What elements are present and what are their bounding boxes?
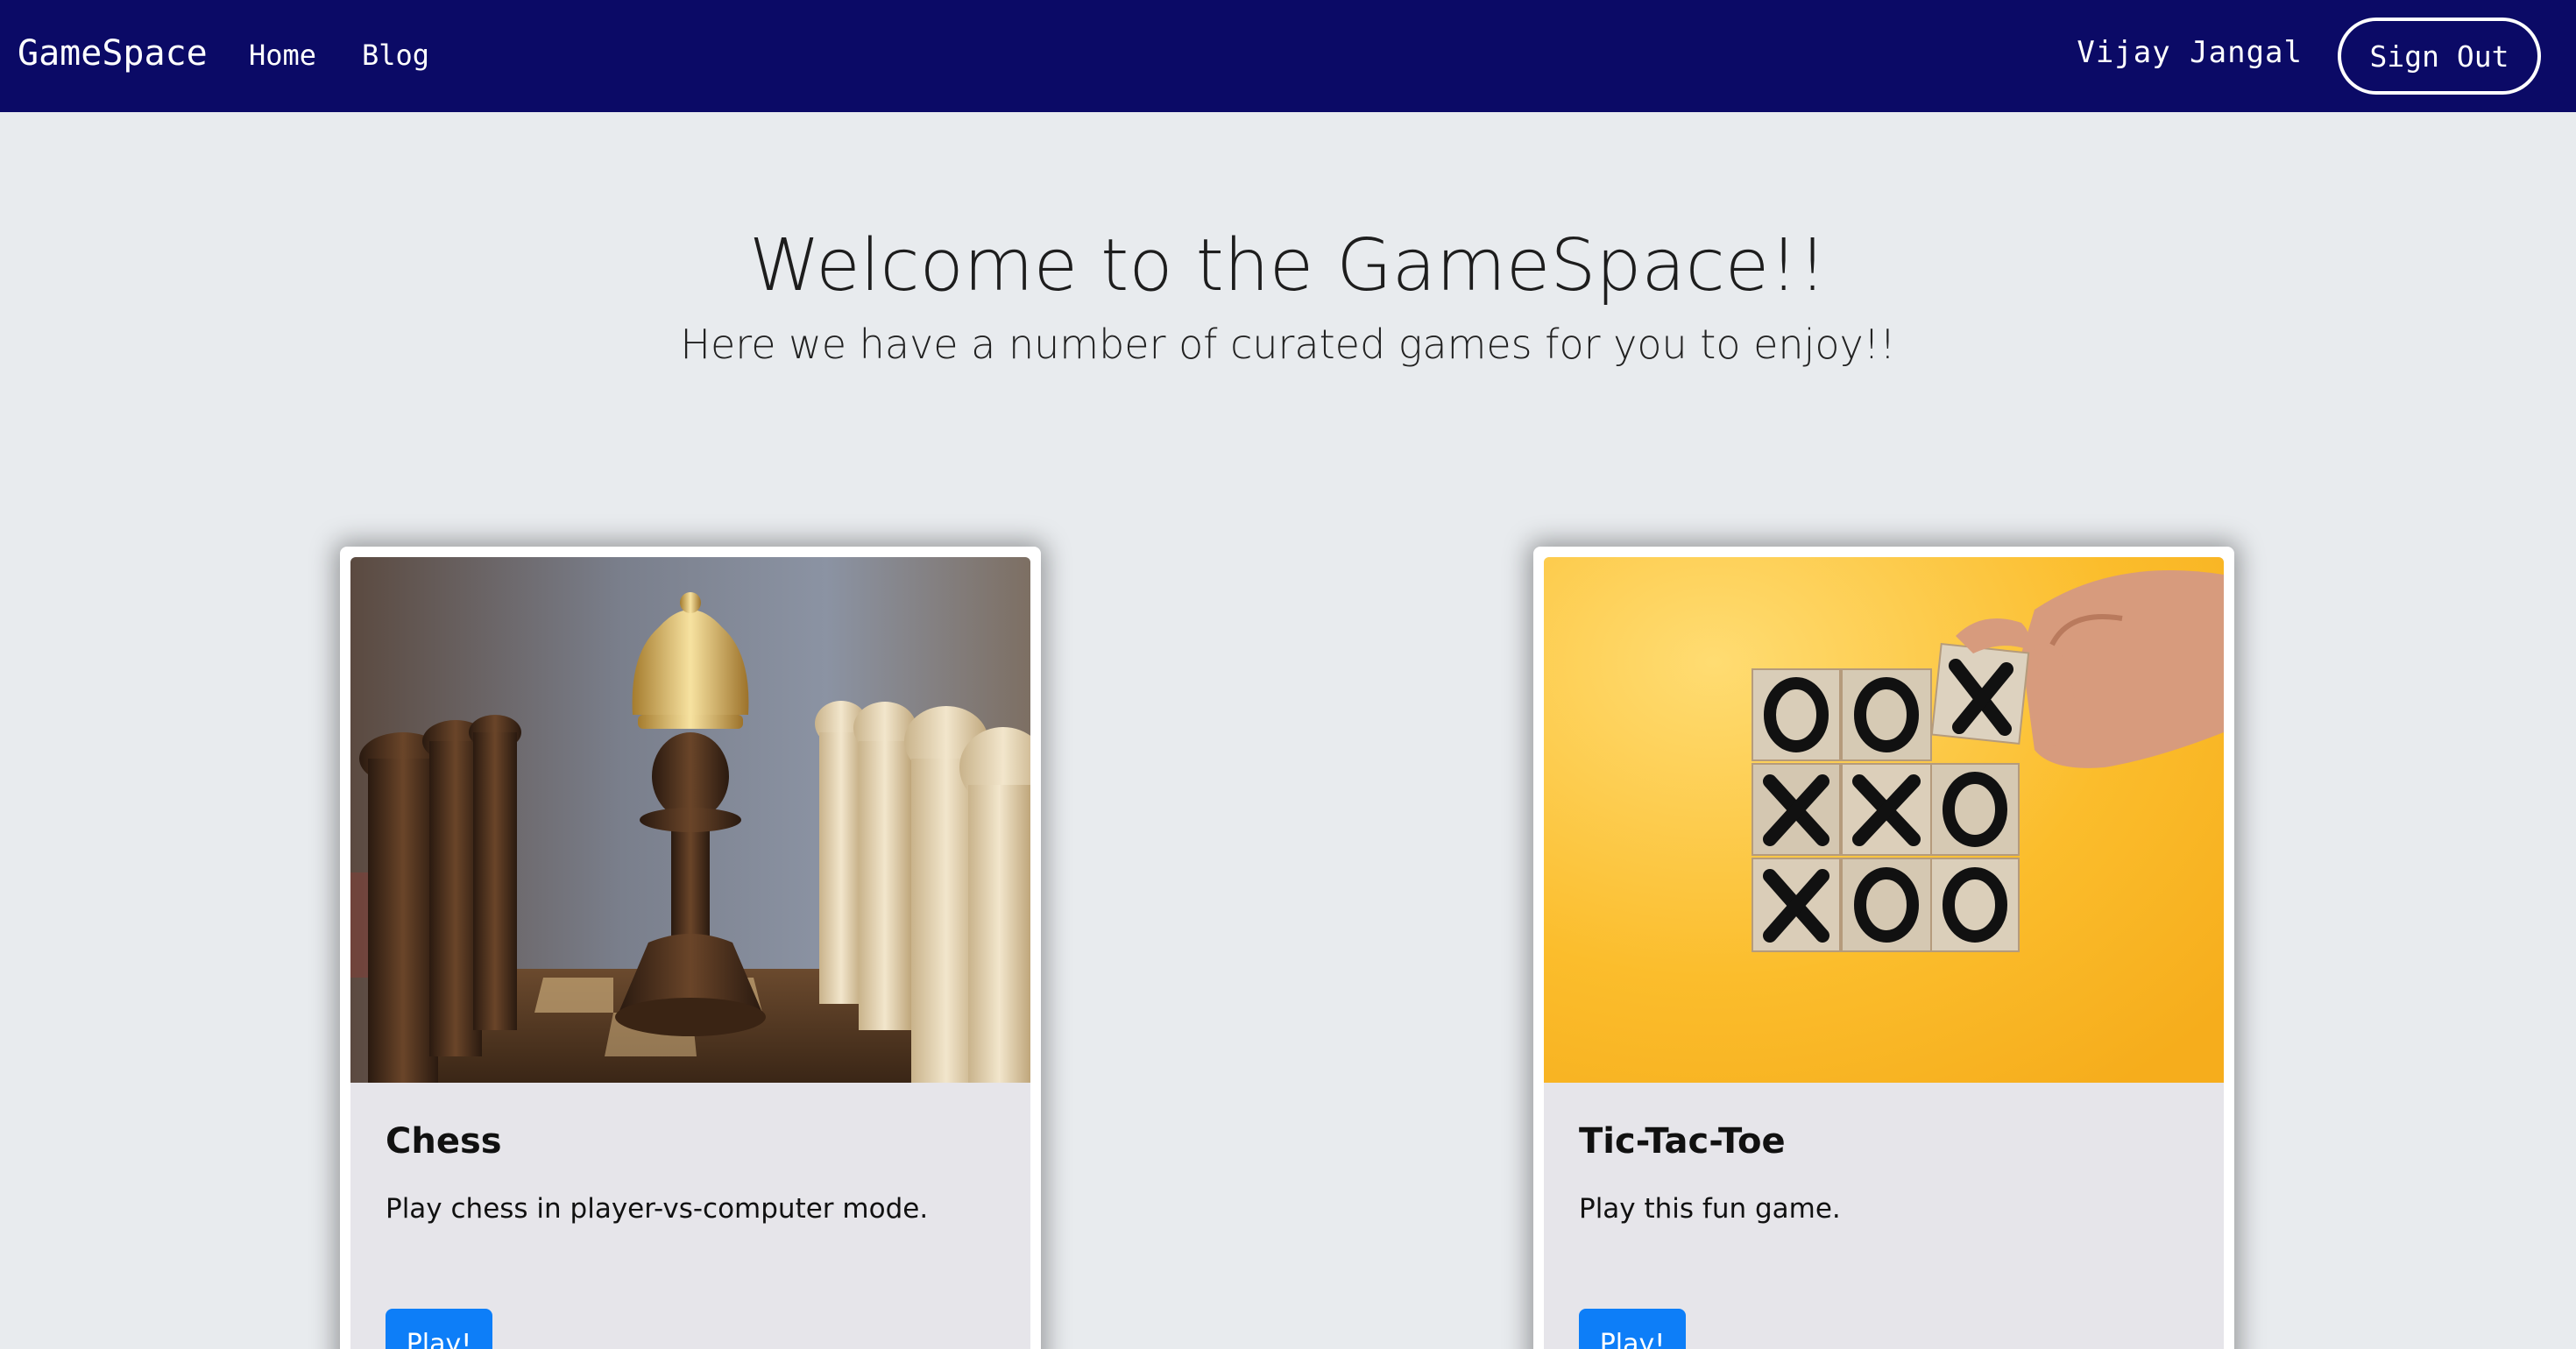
sign-out-button[interactable]: Sign Out (2338, 18, 2541, 95)
game-card-tic-tac-toe: Tic-Tac-Toe Play this fun game. Play! (1533, 547, 2234, 1349)
tic-tac-toe-image (1544, 557, 2224, 1083)
nav-link-home[interactable]: Home (249, 39, 316, 72)
card-title: Chess (386, 1121, 502, 1162)
play-tic-tac-toe-button[interactable]: Play! (1579, 1309, 1686, 1349)
card-title: Tic-Tac-Toe (1579, 1121, 1786, 1162)
page-subtitle: Here we have a number of curated games f… (680, 321, 1896, 368)
user-name: Vijay Jangal (2077, 35, 2303, 70)
nav-link-blog[interactable]: Blog (362, 39, 429, 72)
top-navbar: GameSpace Home Blog Vijay Jangal Sign Ou… (0, 0, 2576, 112)
page-title: Welcome to the GameSpace!! (749, 224, 1827, 307)
chess-image (350, 557, 1030, 1083)
game-card-chess: Chess Play chess in player-vs-computer m… (340, 547, 1041, 1349)
brand-logo[interactable]: GameSpace (18, 33, 208, 74)
play-chess-button[interactable]: Play! (386, 1309, 492, 1349)
card-description: Play this fun game. (1579, 1193, 1841, 1225)
card-description: Play chess in player-vs-computer mode. (386, 1193, 929, 1225)
